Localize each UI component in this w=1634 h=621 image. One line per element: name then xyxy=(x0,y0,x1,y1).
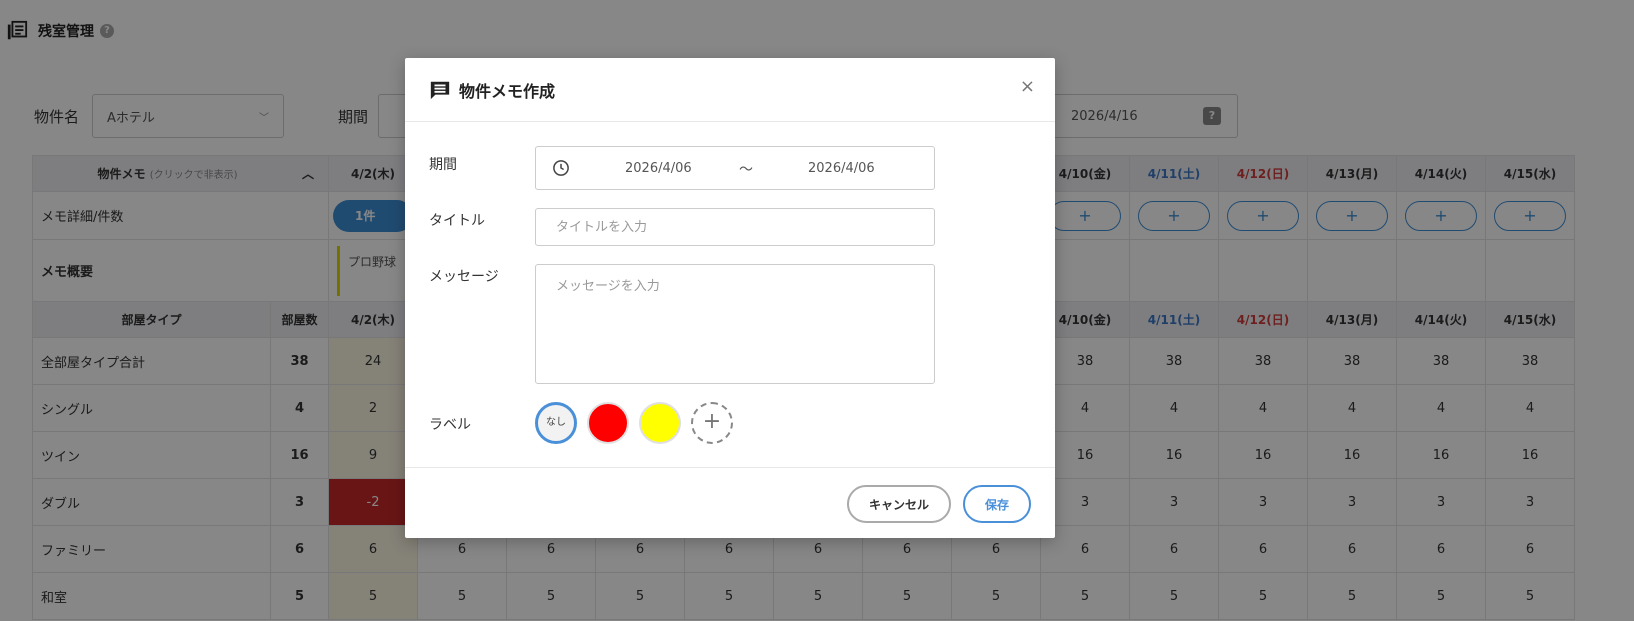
label-red-option[interactable] xyxy=(587,402,629,444)
memo-period-tilde: 〜 xyxy=(739,162,753,178)
memo-period-field[interactable]: 2026/4/06 〜 2026/4/06 xyxy=(535,146,935,190)
label-yellow-option[interactable] xyxy=(639,402,681,444)
add-label-icon[interactable]: + xyxy=(691,402,733,444)
clock-icon xyxy=(553,160,569,176)
save-button[interactable]: 保存 xyxy=(963,485,1031,523)
memo-title-input[interactable] xyxy=(535,208,935,246)
memo-create-modal: 物件メモ作成 × 期間 2026/4/06 〜 2026/4/06 タイトル メ… xyxy=(405,58,1055,538)
title-field-label: タイトル xyxy=(429,213,485,229)
period-field-label: 期間 xyxy=(429,157,457,173)
memo-message-textarea[interactable] xyxy=(535,264,935,384)
label-none-option[interactable]: なし xyxy=(535,402,577,444)
close-icon[interactable]: × xyxy=(1020,78,1035,96)
memo-period-end: 2026/4/06 xyxy=(808,161,875,176)
message-icon xyxy=(430,81,450,99)
modal-title: 物件メモ作成 xyxy=(459,81,556,101)
cancel-button[interactable]: キャンセル xyxy=(847,485,951,523)
modal-footer: キャンセル 保存 xyxy=(405,467,1055,538)
label-field-label: ラベル xyxy=(429,417,471,433)
memo-period-start: 2026/4/06 xyxy=(625,161,692,176)
message-field-label: メッセージ xyxy=(429,269,499,285)
modal-header: 物件メモ作成 × xyxy=(405,58,1055,122)
